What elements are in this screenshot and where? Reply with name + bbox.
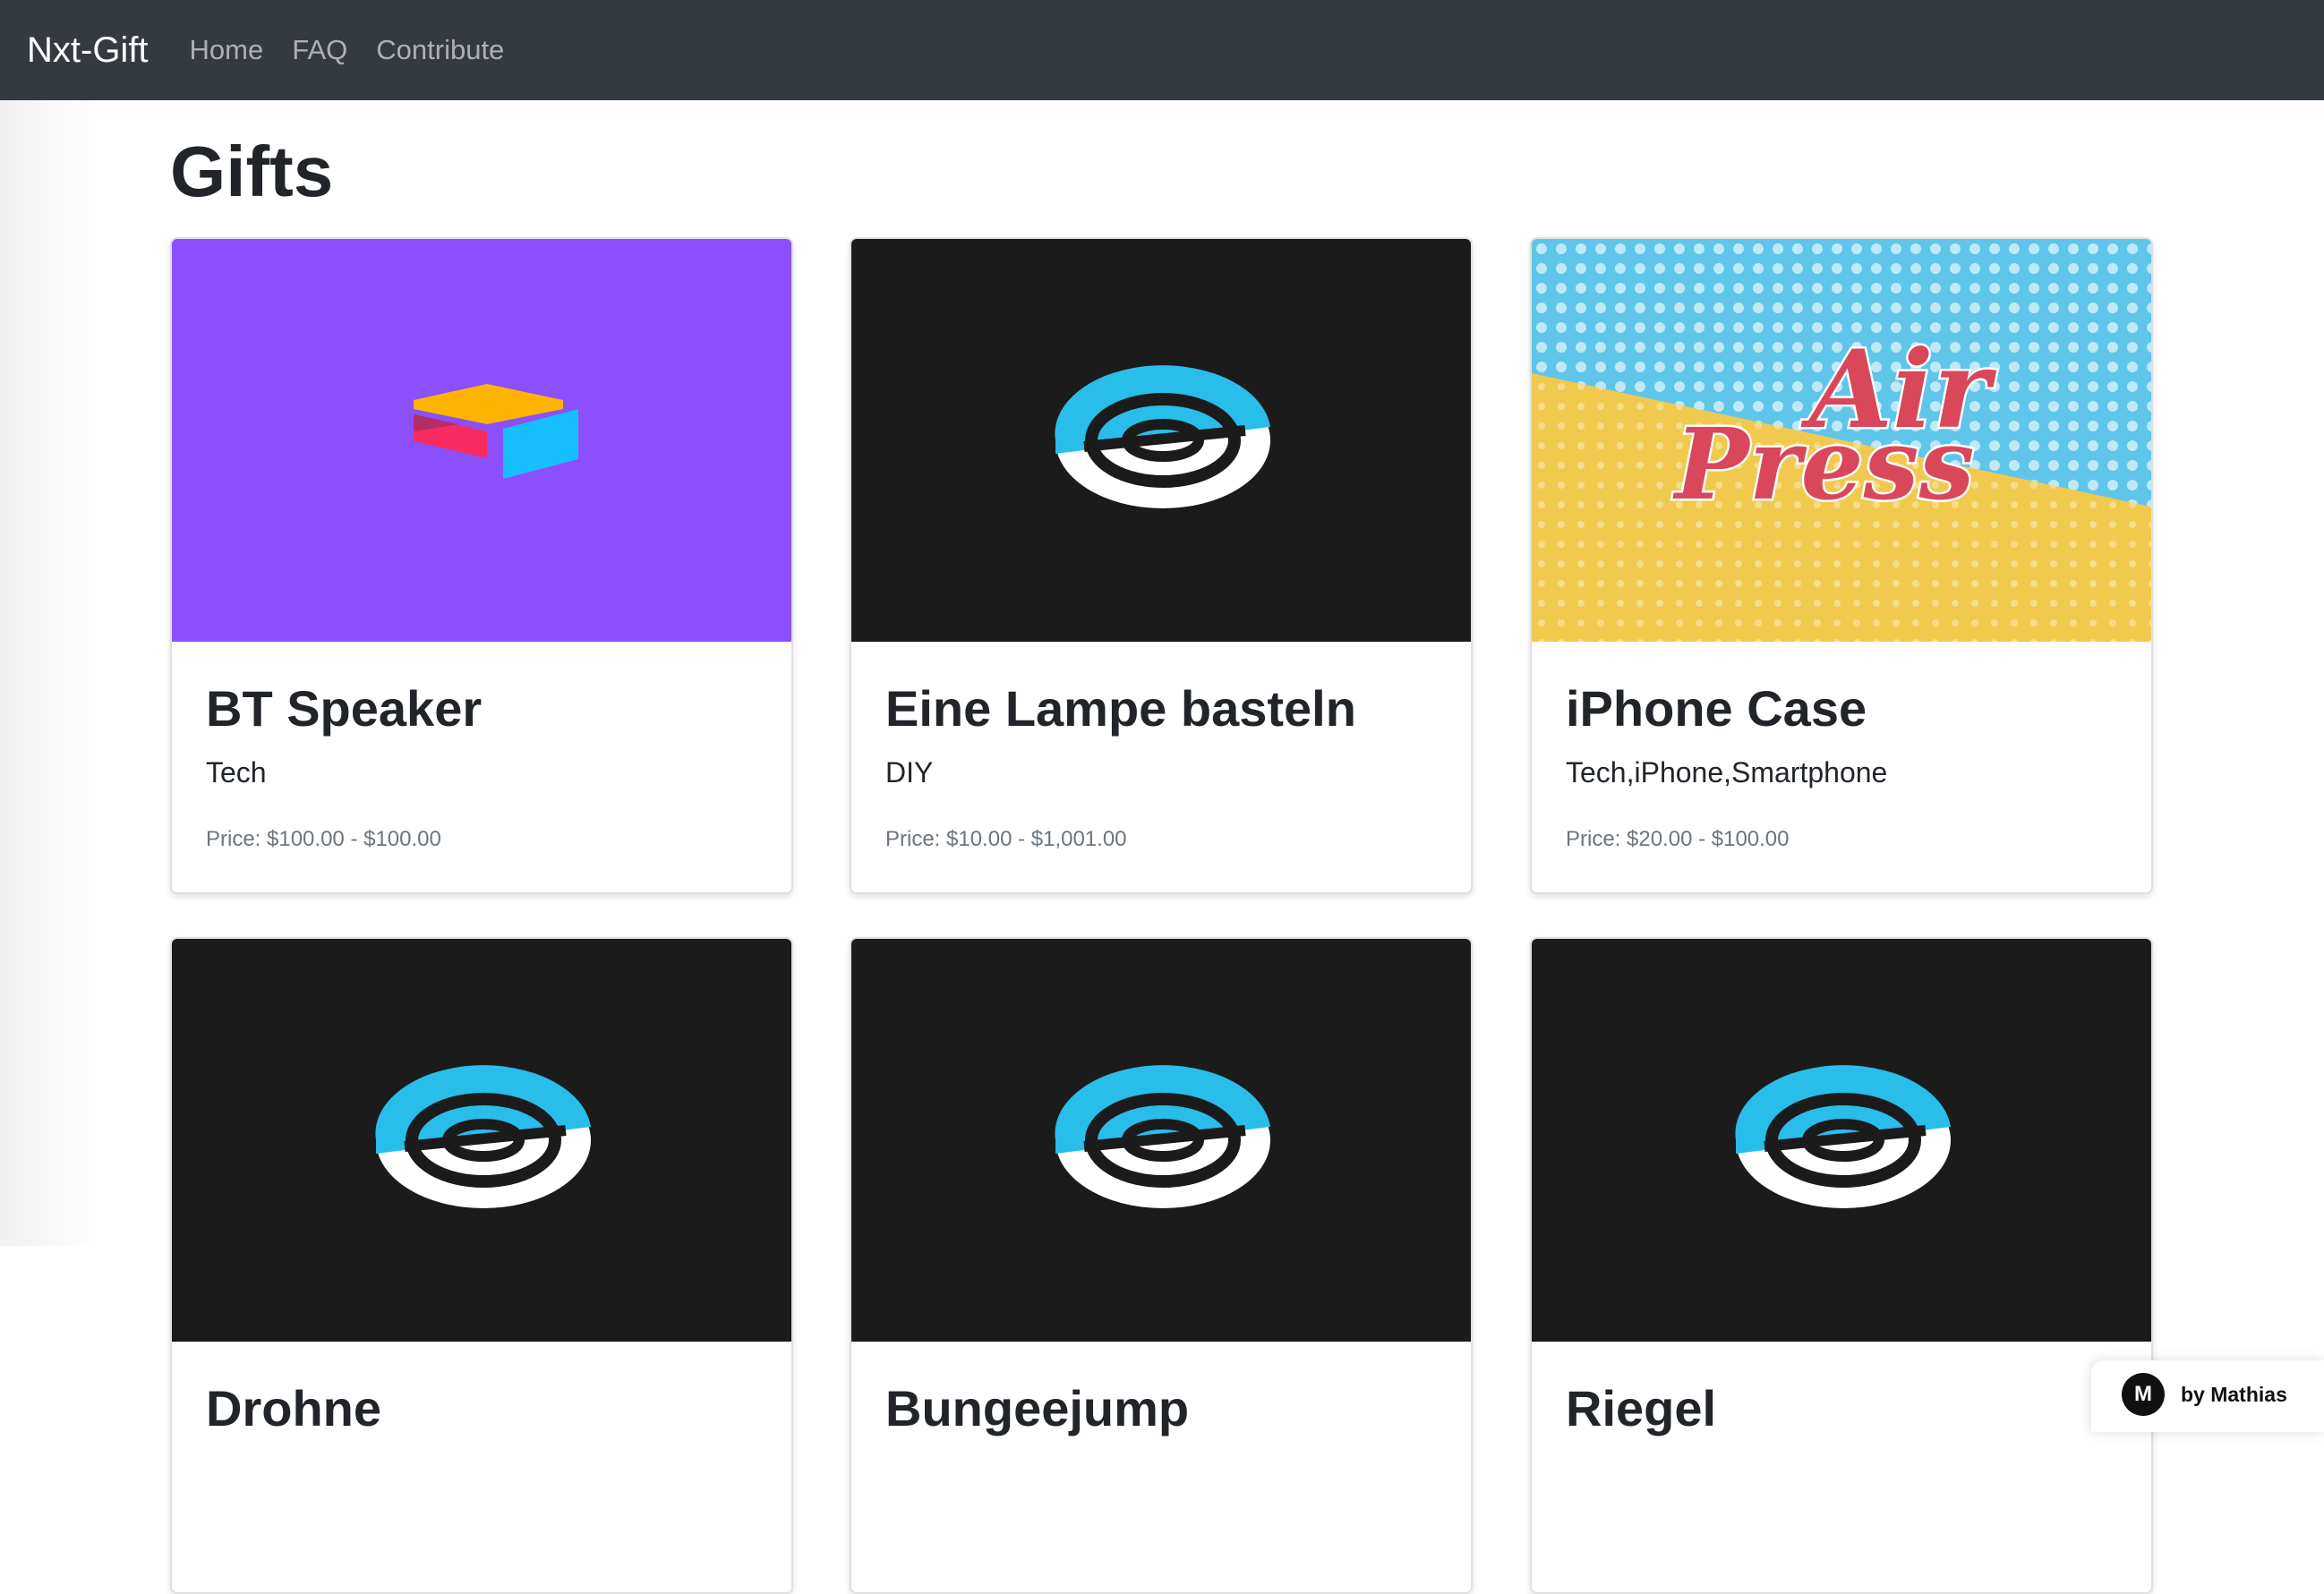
- swirl-logo-icon: [1055, 1065, 1270, 1208]
- page-edge-shadow: [0, 100, 98, 1246]
- page-title: Gifts: [170, 132, 334, 211]
- gift-title[interactable]: Eine Lampe basteln: [885, 681, 1437, 737]
- gift-title[interactable]: BT Speaker: [206, 681, 757, 737]
- swirl-logo-icon: [1055, 365, 1270, 508]
- svg-text:Press: Press: [1672, 406, 1975, 522]
- gift-image-airtable-logo: [172, 239, 791, 642]
- gift-tags: DIY: [885, 755, 934, 788]
- gift-title[interactable]: Bungeejump: [885, 1381, 1437, 1436]
- airpress-logo-icon: Air Press: [1532, 239, 2151, 642]
- gift-card[interactable]: BT Speaker Tech Price: $100.00 - $100.00: [170, 237, 793, 894]
- nav-link-home[interactable]: Home: [190, 34, 264, 66]
- nav-link-contribute[interactable]: Contribute: [376, 34, 504, 66]
- gift-image-swirl-logo: [172, 939, 791, 1342]
- gift-card[interactable]: Bungeejump: [850, 937, 1473, 1594]
- nav-link-faq[interactable]: FAQ: [292, 34, 347, 66]
- author-avatar: M: [2122, 1373, 2165, 1416]
- gift-card[interactable]: Eine Lampe basteln DIY Price: $10.00 - $…: [850, 237, 1473, 894]
- gift-title[interactable]: Riegel: [1566, 1381, 2117, 1436]
- gift-image-swirl-logo: [851, 239, 1471, 642]
- gift-card[interactable]: Drohne: [170, 937, 793, 1594]
- gift-image-swirl-logo: [1532, 939, 2151, 1342]
- gift-price: Price: $100.00 - $100.00: [206, 826, 441, 851]
- gift-price: Price: $20.00 - $100.00: [1566, 826, 1790, 851]
- gift-title[interactable]: Drohne: [206, 1381, 757, 1436]
- author-badge-label: by Mathias: [2181, 1383, 2287, 1406]
- top-navbar: Nxt-Gift Home FAQ Contribute: [0, 0, 2324, 100]
- author-badge[interactable]: M by Mathias: [2091, 1360, 2324, 1432]
- gift-title[interactable]: iPhone Case: [1566, 681, 2117, 737]
- airtable-logo-icon: [414, 384, 578, 479]
- gift-price: Price: $10.00 - $1,001.00: [885, 826, 1127, 851]
- gift-card[interactable]: Riegel: [1530, 937, 2153, 1594]
- gift-image-airpress-logo: Air Press: [1532, 239, 2151, 642]
- gift-tags: Tech: [206, 755, 267, 788]
- gift-card[interactable]: Air Press iPhone Case Tech,iPhone,Smartp…: [1530, 237, 2153, 894]
- gift-image-swirl-logo: [851, 939, 1471, 1342]
- brand-link[interactable]: Nxt-Gift: [27, 30, 149, 71]
- swirl-logo-icon: [1735, 1065, 1951, 1208]
- swirl-logo-icon: [375, 1065, 591, 1208]
- gift-tags: Tech,iPhone,Smartphone: [1566, 755, 1888, 788]
